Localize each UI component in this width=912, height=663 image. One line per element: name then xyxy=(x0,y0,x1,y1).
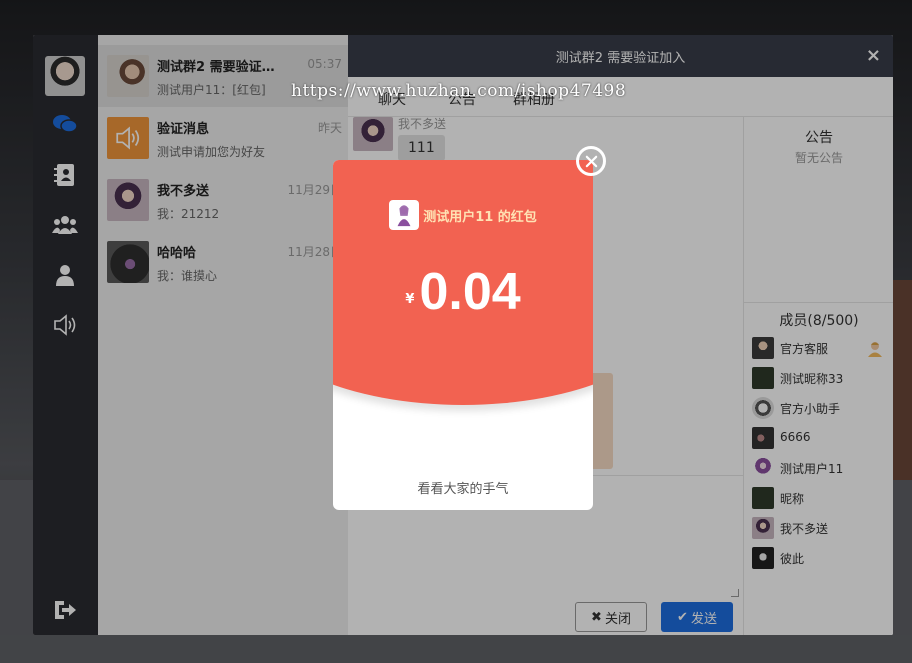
sender-avatar xyxy=(389,200,420,230)
amount-value: 0.04 xyxy=(419,263,521,321)
watermark: https://www.huzhan.com/ishop47498 xyxy=(291,81,627,101)
close-icon[interactable] xyxy=(576,146,606,176)
currency-symbol: ¥ xyxy=(405,292,415,307)
red-packet-dialog: 测试用户11 的红包 ¥ 0.04 看看大家的手气 xyxy=(333,160,593,510)
packet-sender: 测试用户11 的红包 xyxy=(333,200,593,230)
packet-sender-line: 测试用户11 的红包 xyxy=(423,209,537,225)
view-luck-link[interactable]: 看看大家的手气 xyxy=(333,478,593,497)
packet-amount: ¥ 0.04 xyxy=(333,262,593,322)
